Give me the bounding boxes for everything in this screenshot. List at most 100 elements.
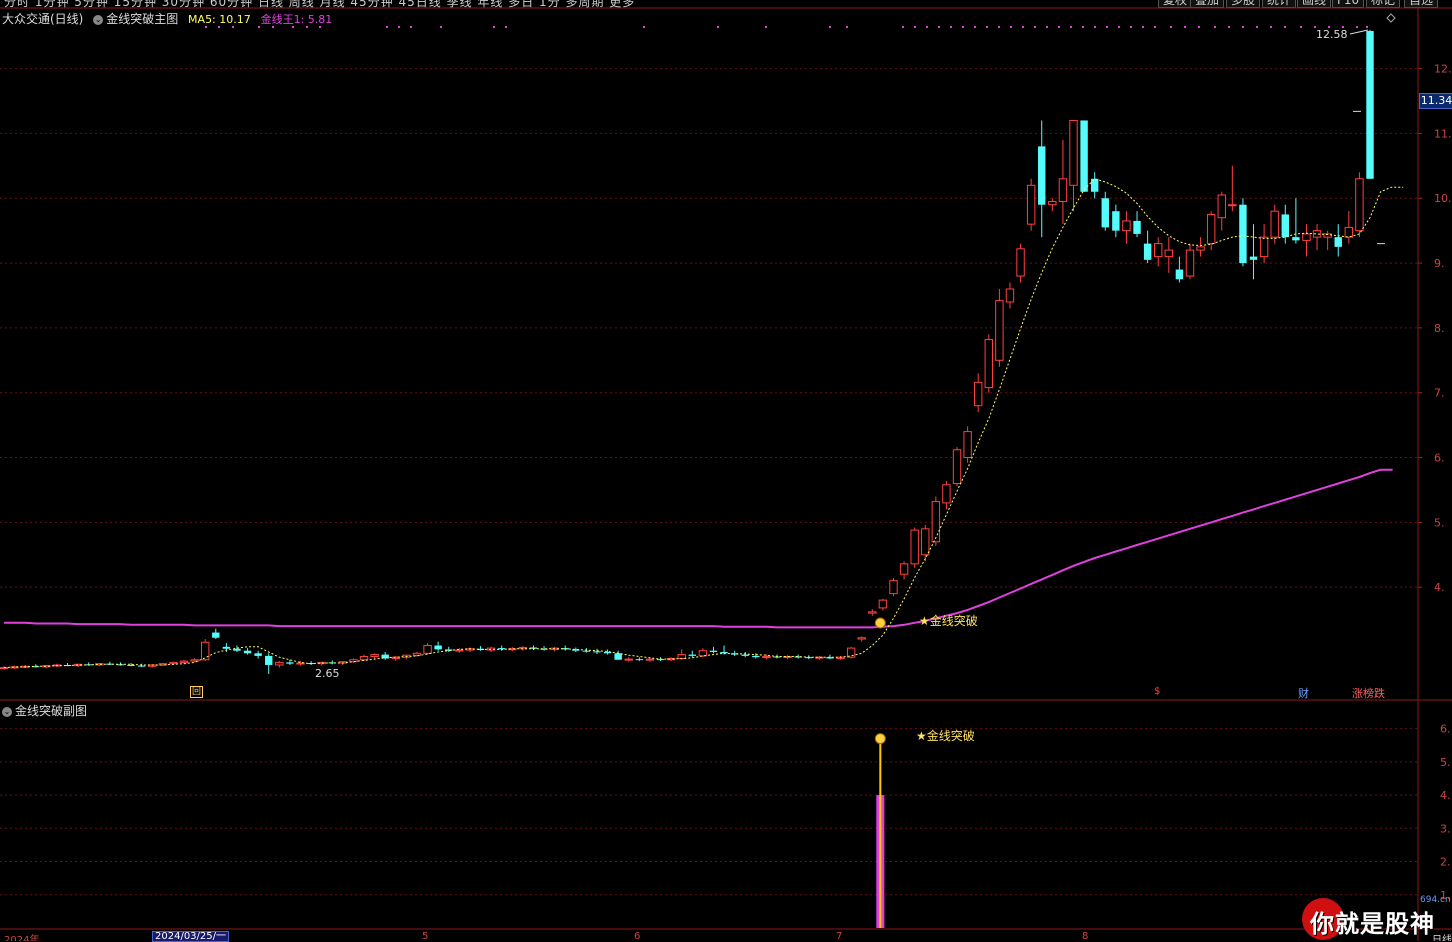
candle-body-up	[370, 654, 379, 658]
diamond-icon	[1386, 13, 1396, 23]
candle-body-up	[1302, 233, 1311, 241]
sub-header: ⌄ 金线突破副图	[2, 702, 87, 719]
candle-body-up	[1005, 288, 1015, 303]
candle-body-up	[275, 661, 284, 666]
candle-body-up	[1016, 248, 1025, 277]
candle-body-down	[1175, 269, 1184, 280]
signal-dot	[1106, 26, 1108, 28]
candle-series	[0, 29, 1374, 675]
signal-dot	[1284, 26, 1286, 28]
candle-body-up	[1048, 200, 1057, 206]
money-bag-icon	[874, 617, 886, 629]
stock-title[interactable]: 大众交通(日线)	[2, 12, 83, 26]
square-mark-icon[interactable]: 回	[190, 686, 204, 698]
signal-dot	[1228, 26, 1230, 28]
candle-body-down	[614, 653, 622, 660]
candle-body-up	[868, 611, 877, 614]
signal-dots-row	[205, 26, 1368, 28]
candle-body-up	[995, 300, 1004, 361]
signal-dot	[1022, 26, 1024, 28]
candle-body-up	[1026, 184, 1036, 225]
candle-body-up	[931, 501, 941, 543]
candle-body-up	[412, 652, 422, 656]
signal-dot	[1300, 26, 1302, 28]
sub-axis-label: 5.	[1440, 756, 1451, 769]
axis-label: 11.	[1434, 127, 1452, 140]
finance-mark[interactable]: 财	[1298, 685, 1309, 701]
candle-body-down	[1080, 120, 1088, 192]
sub-indicator-name[interactable]: 金线突破副图	[15, 704, 87, 718]
signal-dot	[1356, 26, 1358, 28]
signal-dot	[1256, 26, 1258, 28]
candle-body-down	[127, 664, 135, 666]
axis-label: 10.	[1434, 192, 1452, 205]
candle-body-up	[645, 658, 655, 661]
candle-body-up	[455, 649, 464, 652]
signal-dot	[1154, 26, 1156, 28]
candle-body-down	[222, 646, 231, 649]
candle-body-up	[179, 660, 189, 663]
candle-body-down	[1112, 211, 1120, 231]
signal-dot	[1366, 26, 1368, 28]
candle-body-down	[635, 659, 644, 661]
current-price-tag: 11.34	[1419, 93, 1452, 109]
candle-body-up	[1206, 213, 1216, 245]
cursor-date: 2024/03/25/一	[152, 931, 230, 942]
candle-body-up	[624, 658, 633, 661]
limit-mark[interactable]: 涨榜跌	[1352, 685, 1385, 701]
candle-body-up	[423, 645, 432, 654]
main-indicator-name[interactable]: 金线突破主图	[106, 12, 178, 26]
candle-body-down	[593, 651, 601, 653]
sub-axis-label: 6.	[1440, 723, 1451, 736]
candle-body-down	[1038, 146, 1046, 205]
candle-body-up	[942, 484, 951, 504]
s-mark-icon[interactable]: $	[1154, 686, 1160, 697]
candle-body-down	[1239, 204, 1247, 264]
candle-body-down	[243, 650, 252, 654]
signal-dot	[962, 26, 964, 28]
price-axis: 12. 11. 10. 9. 8. 7. 6. 5. 4.	[1418, 63, 1452, 594]
axis-label: 9.	[1434, 257, 1445, 270]
chart-header: 大众交通(日线) ⌄ 金线突破主图 MA5: 10.17 金线王1: 5.81	[2, 10, 332, 27]
signal-dot	[1198, 26, 1200, 28]
candle-body-down	[1249, 256, 1258, 260]
axis-label: 7.	[1434, 387, 1445, 400]
candle-body-up	[973, 381, 983, 407]
signal-dot	[902, 26, 904, 28]
indicator-dropdown-icon[interactable]: ⌄	[93, 14, 104, 25]
high-pointer	[1349, 29, 1369, 35]
candle-body-down	[582, 650, 591, 652]
signal-dot	[1070, 26, 1072, 28]
month-5: 5	[422, 931, 429, 941]
price-grid	[0, 68, 1418, 588]
signal-dot	[1046, 26, 1048, 28]
candle-body-up	[359, 656, 369, 661]
sub-indicator-dropdown-icon[interactable]: ⌄	[2, 706, 12, 717]
candle-body-down	[254, 653, 262, 656]
candle-body-up	[1355, 178, 1364, 232]
signal-dot	[1242, 26, 1244, 28]
signal-dot	[1094, 26, 1096, 28]
candle-body-down	[1334, 237, 1342, 247]
candle-body-up	[1259, 236, 1269, 258]
candle-body-down	[709, 650, 718, 652]
watermark-text: 你就是股神	[1310, 910, 1435, 938]
year-label: 2024年	[4, 935, 40, 941]
candle-body-up	[1217, 194, 1226, 219]
signal-dot	[1270, 26, 1272, 28]
sub-axis: 6.5.4.3.2.1.	[1440, 723, 1451, 902]
high-price-label: 12.58	[1316, 28, 1348, 41]
kline-chart[interactable]: 12.11.10.9.8.7.6.5.4. 6.5.4.3.2.1.	[0, 0, 1452, 941]
signal-dot	[440, 26, 442, 28]
month-7: 7	[836, 931, 843, 941]
candle-body-down	[1366, 31, 1374, 179]
signal-dot	[974, 26, 976, 28]
candle-body-up	[1122, 220, 1131, 232]
signal-dot	[829, 26, 831, 28]
signal-dot	[765, 26, 767, 28]
signal-dot	[1034, 26, 1036, 28]
candle-body-down	[1143, 243, 1152, 260]
signal-dot	[998, 26, 1000, 28]
candle-body-up	[169, 661, 178, 665]
candle-body-up	[857, 637, 866, 640]
